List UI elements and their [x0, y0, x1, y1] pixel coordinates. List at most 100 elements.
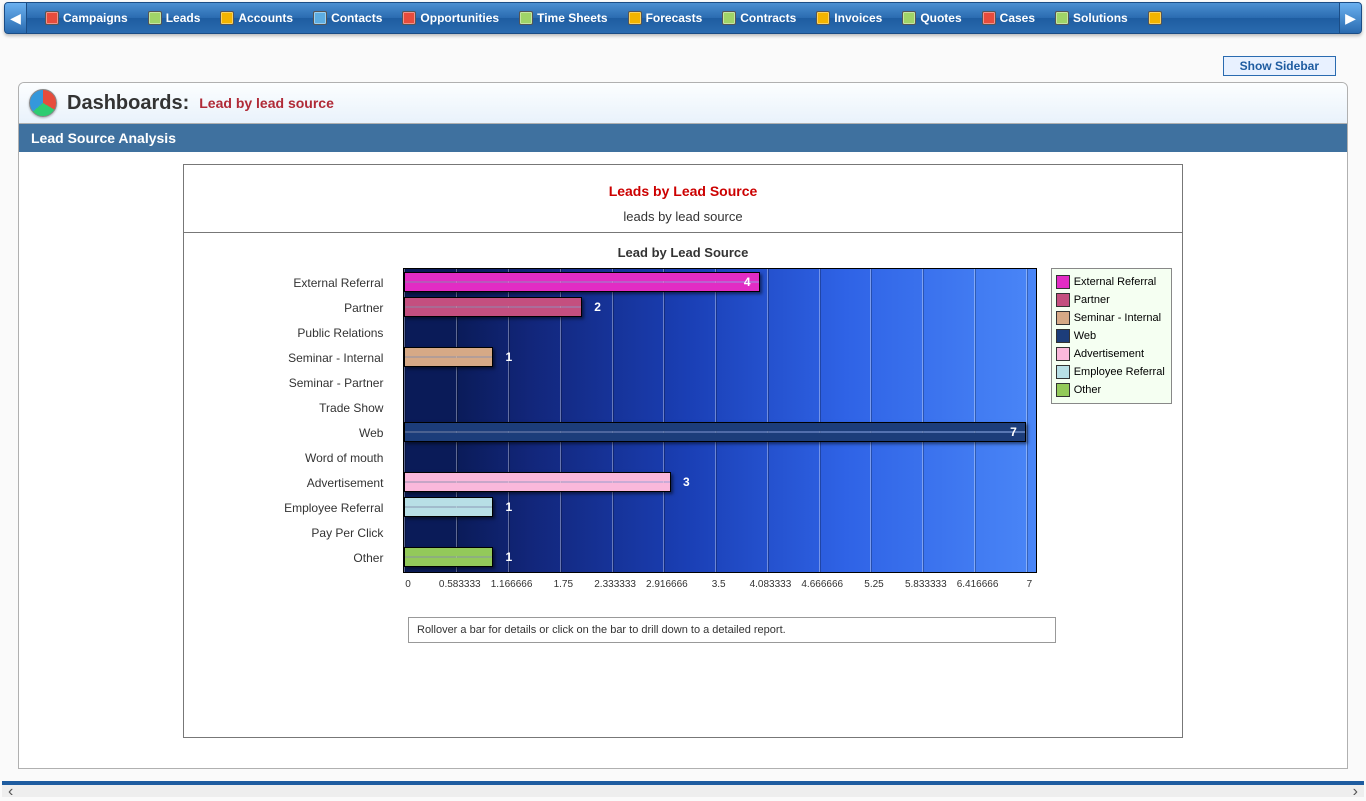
legend-item[interactable]: Employee Referral: [1054, 363, 1169, 381]
legend-item[interactable]: Web: [1054, 327, 1169, 345]
chart-x-tick: 1.166666: [491, 579, 533, 590]
bulb-icon: [1055, 11, 1069, 25]
tag-icon: [902, 11, 916, 25]
nav-forecasts[interactable]: Forecasts: [618, 2, 713, 34]
chart-y-label: Web: [194, 421, 389, 446]
legend-label: Employee Referral: [1074, 366, 1165, 378]
card-icon: [313, 11, 327, 25]
nav-scroll-left[interactable]: ◀: [5, 3, 27, 33]
legend-label: Seminar - Internal: [1074, 312, 1161, 324]
chart-bar-value: 3: [683, 475, 690, 489]
nav-opportunities[interactable]: Opportunities: [392, 2, 509, 34]
nav-cases[interactable]: Cases: [972, 2, 1045, 34]
nav-label: Cases: [1000, 11, 1035, 25]
chart-x-tick: 4.666666: [801, 579, 843, 590]
legend-swatch: [1056, 329, 1070, 343]
card-body: Leads by Lead Source leads by lead sourc…: [19, 152, 1347, 768]
legend-swatch: [1056, 365, 1070, 379]
dashboard-icon: [29, 89, 57, 117]
chart-bar[interactable]: 4: [404, 272, 759, 292]
chart-x-axis-ticks: 00.5833331.1666661.752.3333332.9166663.5…: [408, 579, 1056, 593]
nav-quotes[interactable]: Quotes: [892, 2, 971, 34]
chart-area: Lead by Lead Source External ReferralPar…: [184, 233, 1182, 737]
hammer-icon: [519, 11, 533, 25]
chart-x-tick: 4.083333: [750, 579, 792, 590]
chart-gridline: [1026, 269, 1027, 572]
person-icon: [148, 11, 162, 25]
legend-label: Advertisement: [1074, 348, 1144, 360]
chart-y-axis-labels: External ReferralPartnerPublic Relations…: [194, 268, 389, 573]
chart-y-label: External Referral: [194, 271, 389, 296]
show-sidebar-button[interactable]: Show Sidebar: [1223, 56, 1336, 76]
chart-bar[interactable]: 3: [404, 472, 670, 492]
chart-x-tick: 2.916666: [646, 579, 688, 590]
legend-swatch: [1056, 347, 1070, 361]
chart-y-label: Employee Referral: [194, 496, 389, 521]
chart-y-label: Advertisement: [194, 471, 389, 496]
chart-bar-value: 4: [744, 275, 751, 289]
chart-bar[interactable]: 7: [404, 422, 1025, 442]
legend-swatch: [1056, 383, 1070, 397]
nav-label: Campaigns: [63, 11, 128, 25]
chart-bar-value: 7: [1010, 425, 1017, 439]
chart-icon: [628, 11, 642, 25]
nav-label: Solutions: [1073, 11, 1128, 25]
nav-label: Opportunities: [420, 11, 499, 25]
chart-plot-area: 4217311: [403, 268, 1036, 573]
chart-gridline: [922, 269, 923, 572]
chart-bar[interactable]: 1: [404, 347, 493, 367]
legend-swatch: [1056, 293, 1070, 307]
nav-label: Accounts: [238, 11, 293, 25]
top-nav: ◀ Campaigns Leads Accounts Contacts Oppo…: [4, 2, 1362, 34]
nav-label: Time Sheets: [537, 11, 607, 25]
nav-label: Invoices: [834, 11, 882, 25]
chart-legend: External Referral Partner Seminar - Intern…: [1051, 268, 1172, 404]
nav-invoices[interactable]: Invoices: [806, 2, 892, 34]
nav-label: Contacts: [331, 11, 382, 25]
chart-panel: Leads by Lead Source leads by lead sourc…: [183, 164, 1183, 738]
chart-gridline: [612, 269, 613, 572]
nav-scroll-right[interactable]: ▶: [1339, 3, 1361, 33]
nav-timesheets[interactable]: Time Sheets: [509, 2, 617, 34]
nav-accounts[interactable]: Accounts: [210, 2, 303, 34]
nav-solutions[interactable]: Solutions: [1045, 2, 1138, 34]
chart-x-tick: 6.416666: [957, 579, 999, 590]
chart-bar-value: 1: [506, 550, 513, 564]
legend-label: External Referral: [1074, 276, 1157, 288]
more-icon: [1148, 11, 1162, 25]
legend-item[interactable]: Other: [1054, 381, 1169, 399]
chart-gridline: [715, 269, 716, 572]
chart-bar-value: 2: [594, 300, 601, 314]
chart-x-tick: 0.583333: [439, 579, 481, 590]
chart-bar[interactable]: 1: [404, 497, 493, 517]
legend-item[interactable]: Seminar - Internal: [1054, 309, 1169, 327]
legend-label: Other: [1074, 384, 1102, 396]
chart-bar-value: 1: [506, 350, 513, 364]
nav-more[interactable]: [1138, 2, 1172, 34]
page-subtitle: Lead by lead source: [199, 95, 334, 111]
chart-y-label: Trade Show: [194, 396, 389, 421]
chart-top-subtitle: leads by lead source: [184, 209, 1182, 224]
nav-campaigns[interactable]: Campaigns: [35, 2, 138, 34]
chart-top-title: Leads by Lead Source: [184, 183, 1182, 199]
money-icon: [402, 11, 416, 25]
chart-bar[interactable]: 1: [404, 547, 493, 567]
pen-icon: [722, 11, 736, 25]
legend-item[interactable]: Advertisement: [1054, 345, 1169, 363]
nav-contacts[interactable]: Contacts: [303, 2, 392, 34]
nav-contracts[interactable]: Contracts: [712, 2, 806, 34]
chart-y-label: Seminar - Partner: [194, 371, 389, 396]
chart-gridline: [663, 269, 664, 572]
chart-x-tick: 2.333333: [594, 579, 636, 590]
chart-title: Lead by Lead Source: [194, 245, 1172, 260]
chart-bar[interactable]: 2: [404, 297, 582, 317]
legend-item[interactable]: External Referral: [1054, 273, 1169, 291]
horizontal-scrollbar[interactable]: [2, 781, 1364, 797]
chart-y-label: Seminar - Internal: [194, 346, 389, 371]
nav-label: Leads: [166, 11, 201, 25]
legend-swatch: [1056, 311, 1070, 325]
nav-leads[interactable]: Leads: [138, 2, 211, 34]
legend-item[interactable]: Partner: [1054, 291, 1169, 309]
legend-swatch: [1056, 275, 1070, 289]
chart-y-label: Partner: [194, 296, 389, 321]
